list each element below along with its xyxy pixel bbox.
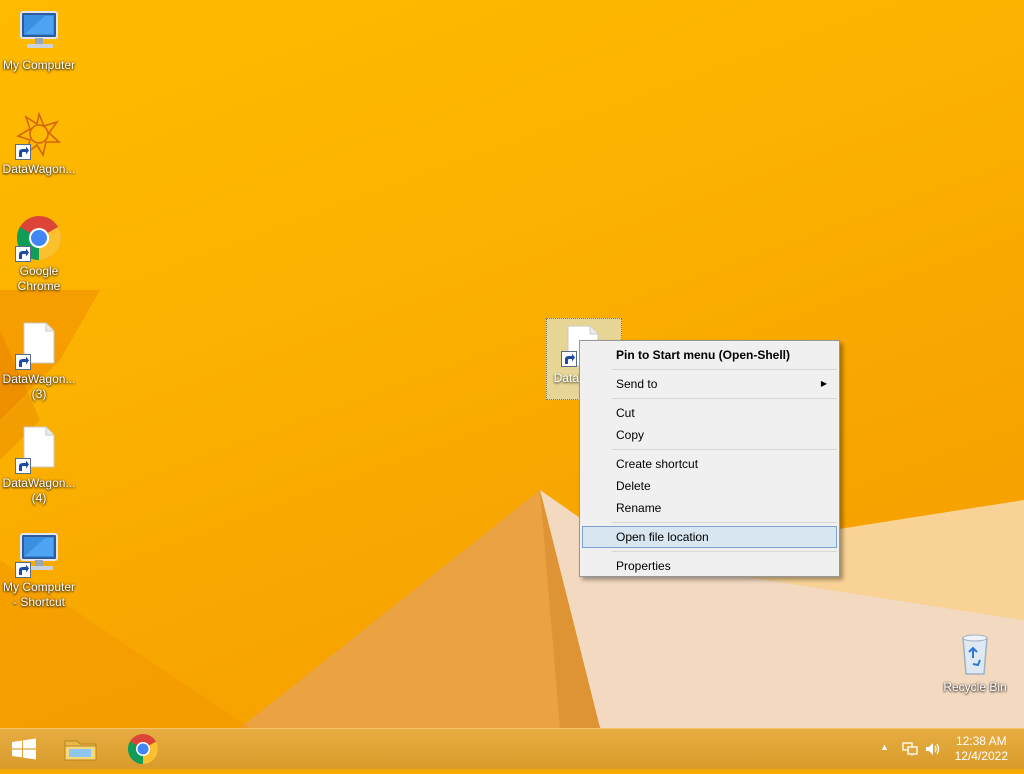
desktop-icon-google-chrome[interactable]: Google Chrome — [0, 214, 78, 294]
chrome-icon — [15, 214, 63, 262]
network-icon[interactable] — [902, 741, 918, 757]
menu-item-open-file-location[interactable]: Open file location — [582, 526, 837, 548]
menu-item-label: Rename — [616, 501, 662, 515]
shortcut-arrow-icon — [561, 351, 577, 367]
folder-icon — [64, 740, 97, 761]
computer-icon — [15, 530, 63, 578]
menu-item-label: Cut — [616, 406, 635, 420]
clock-time: 12:38 AM — [955, 734, 1007, 748]
menu-separator — [612, 551, 837, 552]
shortcut-arrow-icon — [15, 458, 31, 474]
volume-icon[interactable] — [925, 741, 941, 757]
menu-separator — [612, 369, 837, 370]
context-menu: Pin to Start menu (Open-Shell) Send to ▶… — [579, 340, 840, 577]
menu-item-label: Create shortcut — [616, 457, 699, 471]
menu-item-label: Send to — [616, 377, 658, 391]
taskbar: ▲ 12:38 AM 12/4/2022 — [0, 728, 1024, 769]
desktop[interactable]: My Computer DataWagon... Google Chrome D… — [0, 0, 1024, 728]
menu-item-label: Properties — [616, 559, 671, 573]
desktop-icon-datawagon[interactable]: DataWagon... — [0, 111, 78, 177]
menu-separator — [612, 522, 837, 523]
show-hidden-icons-chevron[interactable]: ▲ — [880, 742, 889, 752]
menu-item-rename[interactable]: Rename — [582, 497, 837, 519]
windows-logo-icon — [12, 738, 36, 760]
desktop-icon-datawagon-4[interactable]: DataWagon... (4) — [0, 426, 78, 506]
system-tray: ▲ 12:38 AM 12/4/2022 — [864, 729, 1024, 769]
menu-item-label: Delete — [616, 479, 651, 493]
menu-item-send-to[interactable]: Send to ▶ — [582, 373, 837, 395]
datawagon-logo-icon — [15, 111, 63, 160]
desktop-icon-recycle-bin[interactable]: Recycle Bin — [936, 630, 1014, 695]
menu-item-copy[interactable]: Copy — [582, 424, 837, 446]
menu-separator — [612, 398, 837, 399]
start-button[interactable] — [0, 729, 48, 769]
shortcut-arrow-icon — [15, 354, 31, 370]
shortcut-arrow-icon — [15, 246, 31, 262]
clock[interactable]: 12:38 AM 12/4/2022 — [955, 734, 1008, 764]
desktop-icon-datawagon-3[interactable]: DataWagon... (3) — [0, 322, 78, 402]
wallpaper-shapes — [0, 290, 1024, 728]
menu-item-label: Pin to Start menu (Open-Shell) — [616, 348, 791, 362]
menu-separator — [612, 449, 837, 450]
taskbar-file-explorer-button[interactable] — [56, 729, 106, 769]
menu-item-label: Copy — [616, 428, 645, 442]
document-icon — [15, 426, 63, 474]
menu-item-create-shortcut[interactable]: Create shortcut — [582, 453, 837, 475]
computer-icon — [15, 8, 63, 56]
chrome-icon — [127, 734, 159, 764]
desktop-icon-my-computer-shortcut[interactable]: My Computer - Shortcut — [0, 530, 78, 610]
clock-date: 12/4/2022 — [954, 749, 1008, 763]
document-icon — [15, 322, 63, 370]
desktop-icon-my-computer[interactable]: My Computer — [0, 8, 78, 73]
shortcut-arrow-icon — [15, 144, 31, 160]
taskbar-chrome-button[interactable] — [118, 729, 168, 769]
recycle-bin-icon — [951, 630, 999, 678]
menu-item-pin-to-start[interactable]: Pin to Start menu (Open-Shell) — [582, 344, 837, 366]
submenu-arrow-icon: ▶ — [820, 379, 827, 388]
shortcut-arrow-icon — [15, 562, 31, 578]
menu-item-label: Open file location — [616, 530, 709, 544]
menu-item-cut[interactable]: Cut — [582, 402, 837, 424]
menu-item-properties[interactable]: Properties — [582, 555, 837, 577]
menu-item-delete[interactable]: Delete — [582, 475, 837, 497]
